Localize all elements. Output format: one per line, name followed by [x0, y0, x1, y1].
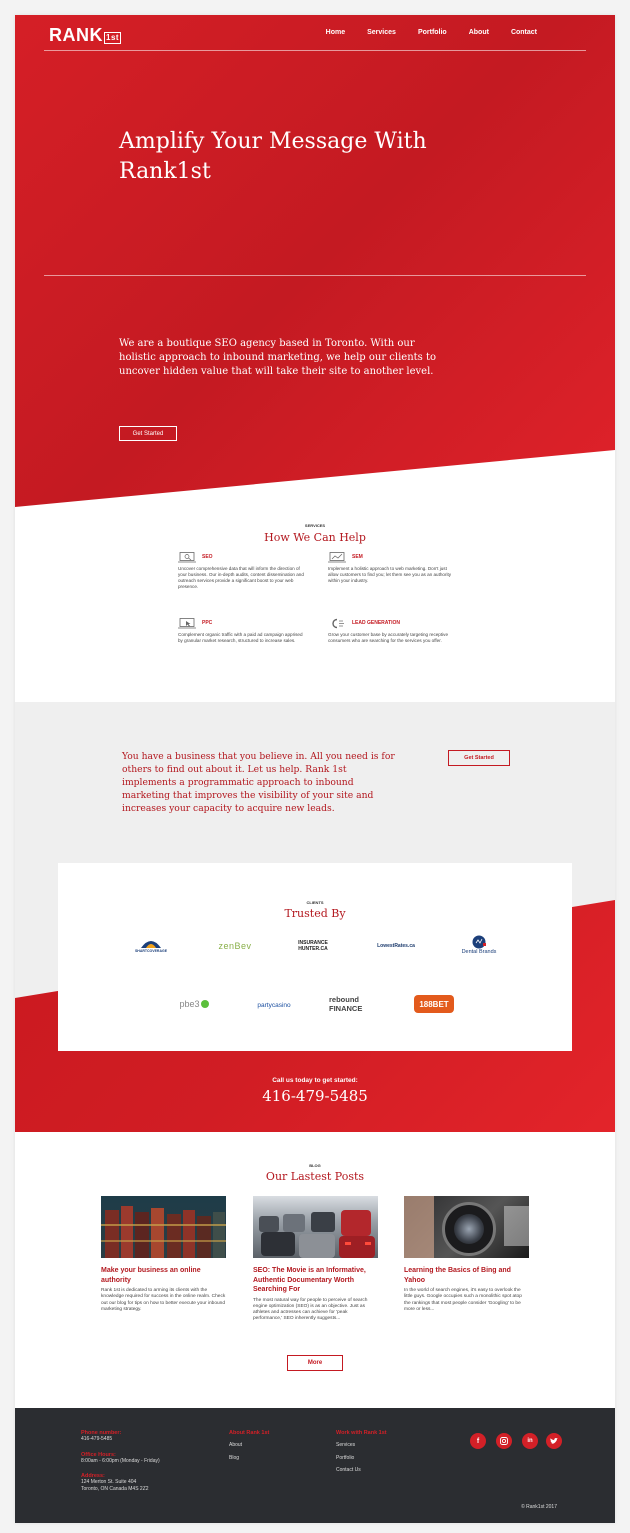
- post-excerpt: The most natural way for people to perce…: [253, 1297, 368, 1322]
- magnet-icon: [332, 618, 344, 628]
- nav-contact[interactable]: Contact: [511, 29, 537, 36]
- clients-kicker: CLIENTS: [306, 900, 324, 905]
- post-image-books[interactable]: [101, 1196, 226, 1258]
- service-name: LEAD GENERATION: [352, 620, 400, 626]
- service-desc: Implement a holistic approach to web mar…: [328, 566, 452, 583]
- post-image-traffic[interactable]: [253, 1196, 378, 1258]
- footer-link-blog[interactable]: Blog: [229, 1455, 269, 1462]
- clients-title: Trusted By: [284, 907, 346, 920]
- client-logo-zenbev: zenBev: [218, 941, 252, 951]
- footer-link-contact[interactable]: Contact Us: [336, 1467, 387, 1474]
- footer-phone[interactable]: 416-479-5485: [81, 1436, 160, 1443]
- service-sem: SEM Implement a holistic approach to web…: [328, 551, 458, 584]
- post-excerpt: In the world of search engines, it's eas…: [404, 1288, 522, 1312]
- facebook-icon[interactable]: f: [470, 1433, 486, 1449]
- address-line-2: Toronto, ON Canada M4S 2Z2: [81, 1485, 149, 1492]
- get-started-button[interactable]: Get Started: [119, 426, 177, 441]
- service-name: PPC: [202, 620, 213, 626]
- page: RANK 1st Home Services Portfolio About C…: [15, 15, 615, 1523]
- footer: Phone number: 416-479-5485 Office Hours:…: [15, 1408, 615, 1523]
- client-logo-shartcoverage: SHARTCOVERAGE: [126, 933, 176, 957]
- logo-text: RANK: [49, 25, 103, 45]
- post-title[interactable]: Make your business an online authority: [101, 1266, 226, 1285]
- service-name: SEO: [202, 554, 213, 560]
- footer-hours: 8:00am - 6:00pm (Monday - Friday): [81, 1457, 160, 1464]
- blog-post[interactable]: SEO: The Movie is an Informative, Authen…: [253, 1196, 378, 1323]
- service-name: SEM: [352, 554, 363, 560]
- service-desc: Uncover comprehensive data that will inf…: [178, 566, 304, 589]
- nav-home[interactable]: Home: [326, 29, 345, 36]
- cta-text: You have a business that you believe in.…: [122, 751, 395, 814]
- footer-contact: Phone number: 416-479-5485 Office Hours:…: [81, 1430, 160, 1492]
- blog-kicker: BLOG: [309, 1163, 321, 1168]
- more-button[interactable]: More: [287, 1355, 343, 1371]
- footer-work: Work with Rank 1st Services Portfolio Co…: [336, 1430, 387, 1474]
- blog-post[interactable]: Make your business an online authority R…: [101, 1196, 226, 1313]
- hero-title: Amplify Your Message With Rank1st: [119, 129, 427, 184]
- divider: [44, 50, 586, 51]
- blog-post[interactable]: Learning the Basics of Bing and Yahoo In…: [404, 1196, 529, 1313]
- post-image-camera[interactable]: [404, 1196, 529, 1258]
- cta-section: You have a business that you believe in.…: [15, 702, 615, 882]
- work-label: Work with Rank 1st: [336, 1430, 387, 1436]
- nav-portfolio[interactable]: Portfolio: [418, 29, 447, 36]
- service-ppc: PPC Complement organic traffic with a pa…: [178, 617, 308, 644]
- client-logo-pbe3: pbe3: [169, 997, 219, 1011]
- clients-card: CLIENTS Trusted By SHARTCOVERAGE zenBev …: [58, 863, 572, 1051]
- get-started-button[interactable]: Get Started: [448, 750, 510, 766]
- logo[interactable]: RANK 1st: [49, 25, 122, 45]
- client-logo-insurance-hunter: INSURANCE HUNTER.CA: [298, 940, 328, 952]
- client-logo-188bet: 188BET: [414, 995, 454, 1013]
- laptop-chart-icon: [328, 551, 346, 562]
- nav-services[interactable]: Services: [367, 29, 396, 36]
- post-title[interactable]: Learning the Basics of Bing and Yahoo: [404, 1266, 529, 1285]
- service-desc: Complement organic traffic with a paid a…: [178, 632, 303, 643]
- footer-link-portfolio[interactable]: Portfolio: [336, 1455, 387, 1462]
- service-lead-generation: LEAD GENERATION Grow your customer base …: [328, 617, 458, 644]
- footer-link-about[interactable]: About: [229, 1442, 269, 1449]
- client-logo-dental-brands: Dental Brands: [454, 931, 504, 959]
- umbrella-icon: [141, 941, 161, 948]
- hero-section: RANK 1st Home Services Portfolio About C…: [15, 15, 615, 507]
- client-logo-rebound-finance: rebound FINANCE: [329, 995, 363, 1013]
- service-desc: Grow your customer base by accurately ta…: [328, 632, 449, 643]
- laptop-click-icon: [178, 617, 196, 628]
- twitter-icon[interactable]: [546, 1433, 562, 1449]
- instagram-icon[interactable]: [496, 1433, 512, 1449]
- footer-about: About Rank 1st About Blog: [229, 1430, 269, 1461]
- about-label: About Rank 1st: [229, 1430, 270, 1436]
- call-label: Call us today to get started:: [272, 1077, 358, 1084]
- service-seo: SEO Uncover comprehensive data that will…: [178, 551, 308, 590]
- services-title: How We Can Help: [264, 531, 366, 544]
- main-nav: Home Services Portfolio About Contact: [326, 29, 537, 36]
- post-excerpt: Rank 1st is dedicated to arming its clie…: [101, 1288, 226, 1312]
- footer-link-services[interactable]: Services: [336, 1442, 387, 1449]
- nav-about[interactable]: About: [469, 29, 489, 36]
- logo-badge: 1st: [104, 32, 122, 44]
- hero-text: We are a boutique SEO agency based in To…: [119, 338, 437, 377]
- client-logo-partycasino: partycasino: [257, 1001, 291, 1009]
- linkedin-icon[interactable]: in: [522, 1433, 538, 1449]
- client-logo-lowestrates: LowestRates.ca: [377, 943, 415, 949]
- copyright: © Rank1st 2017: [521, 1504, 557, 1510]
- pbe3-dot-icon: [200, 1000, 209, 1008]
- dental-brands-mark-icon: [472, 935, 486, 949]
- phone-number[interactable]: 416-479-5485: [15, 1087, 615, 1105]
- services-kicker: SERVICES: [304, 523, 326, 528]
- divider: [44, 275, 586, 276]
- laptop-search-icon: [178, 551, 196, 562]
- post-title[interactable]: SEO: The Movie is an Informative, Authen…: [253, 1266, 378, 1295]
- blog-title: Our Lastest Posts: [265, 1170, 365, 1183]
